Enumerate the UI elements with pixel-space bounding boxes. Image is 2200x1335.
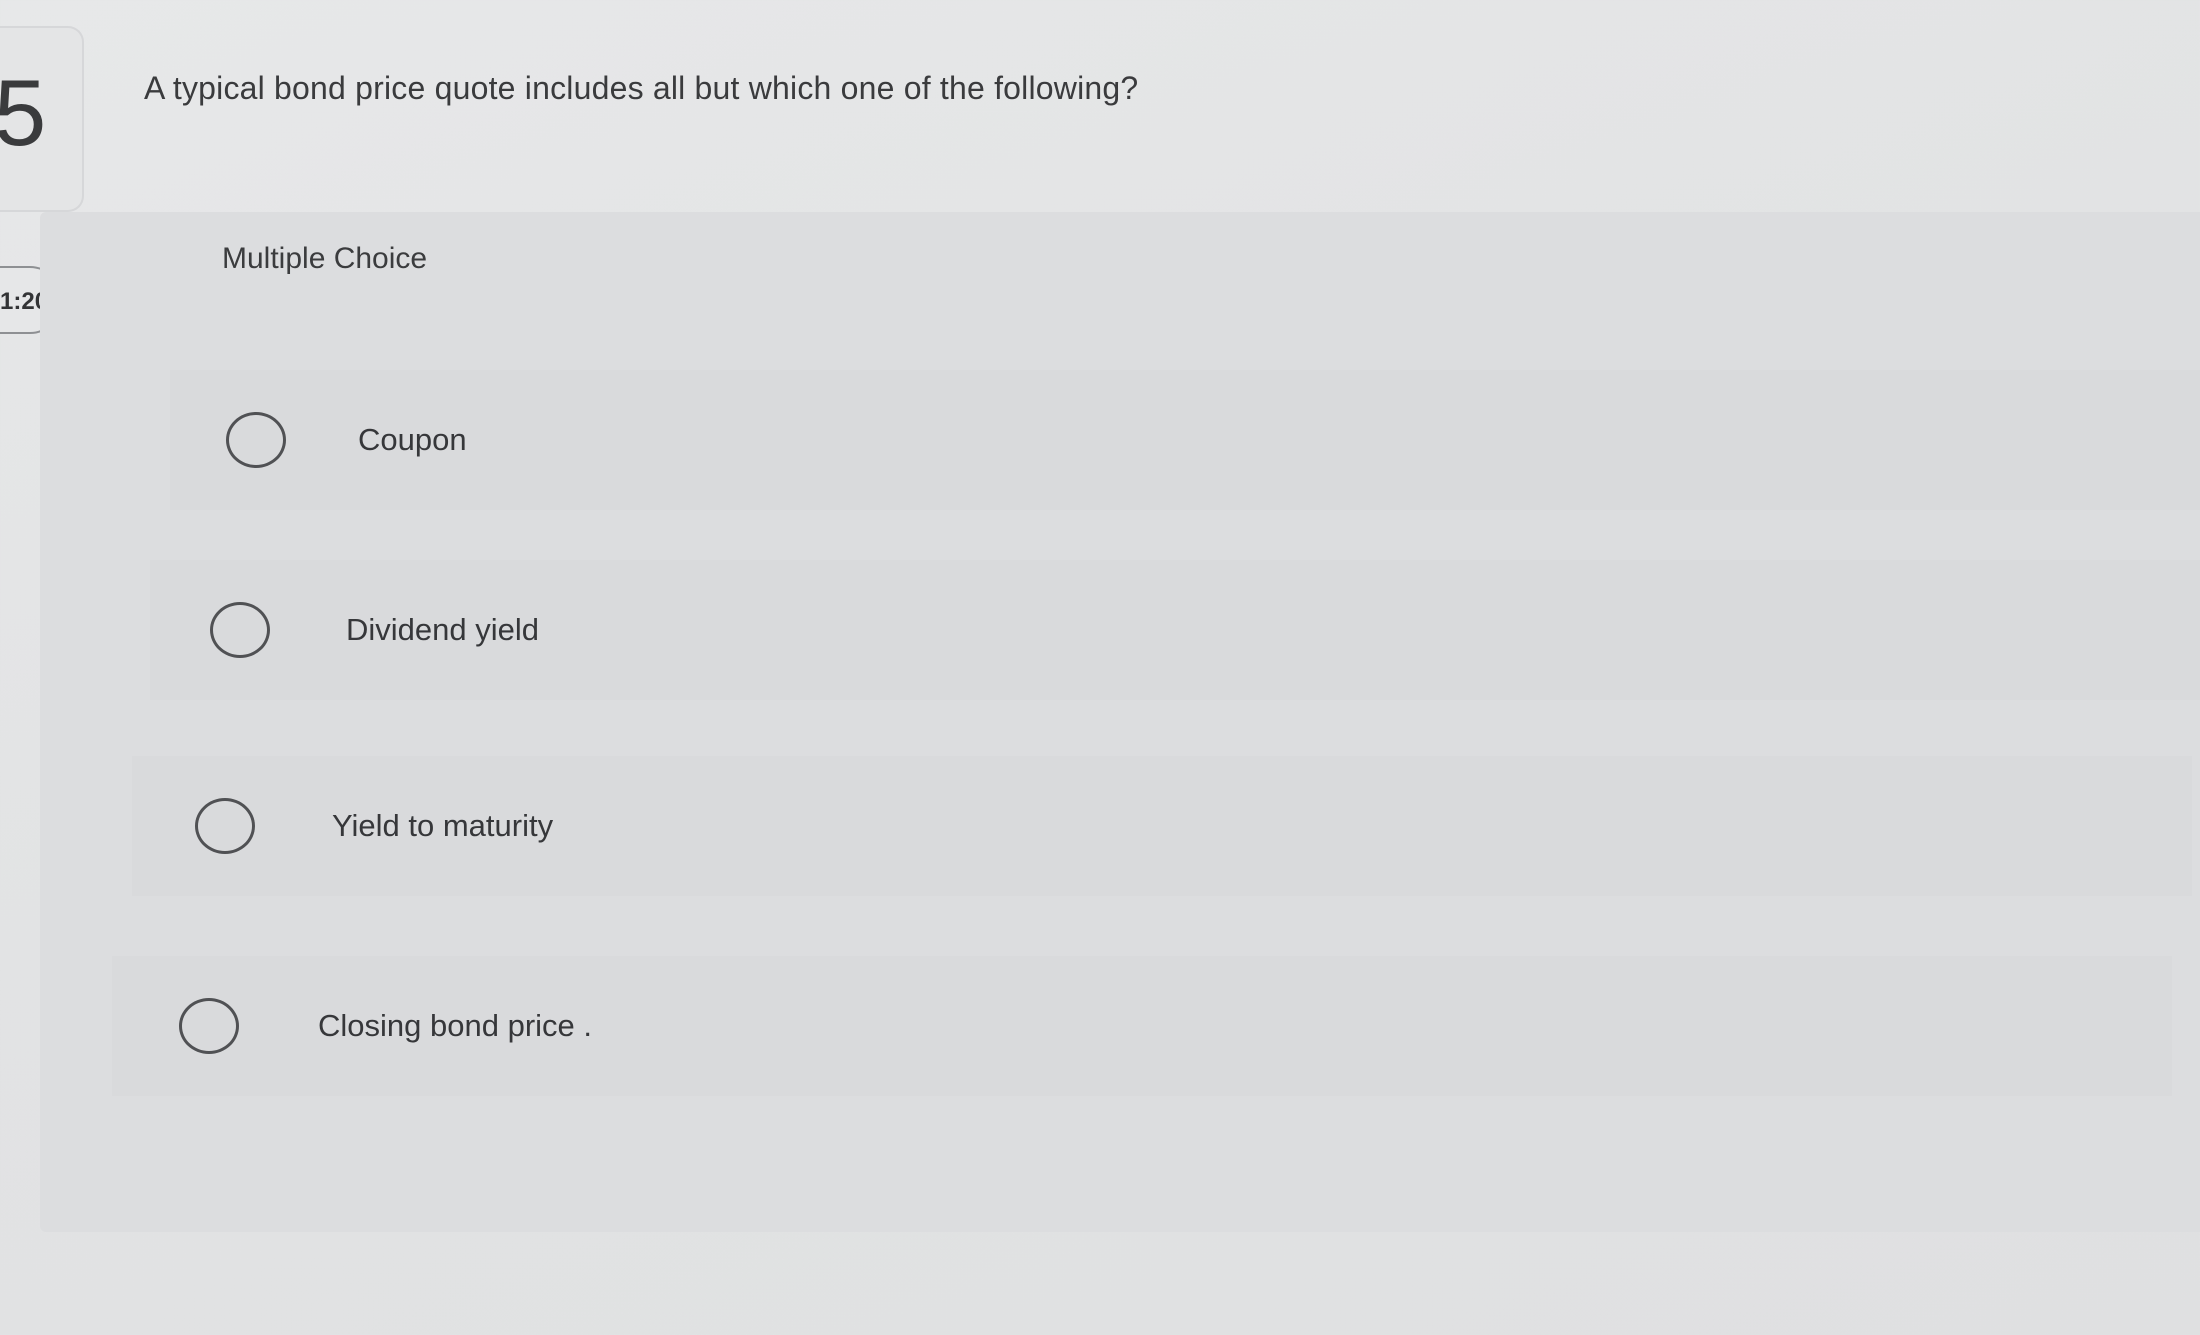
choice-label: Coupon bbox=[358, 422, 467, 457]
choice-label: Yield to maturity bbox=[332, 808, 554, 843]
radio-button[interactable] bbox=[179, 998, 239, 1054]
question-type-label: Multiple Choice bbox=[222, 242, 428, 275]
question-number: 5 bbox=[0, 60, 47, 165]
radio-button[interactable] bbox=[195, 798, 255, 854]
choice-option-yield-to-maturity[interactable]: Yield to maturity bbox=[132, 756, 2192, 896]
choice-label: Dividend yield bbox=[346, 612, 539, 647]
choice-option-closing-bond-price[interactable]: Closing bond price . bbox=[112, 956, 2172, 1096]
choice-option-dividend-yield[interactable]: Dividend yield bbox=[150, 560, 2200, 700]
choice-label: Closing bond price . bbox=[318, 1008, 592, 1043]
radio-button[interactable] bbox=[210, 602, 270, 658]
choice-option-coupon[interactable]: Coupon bbox=[170, 370, 2200, 510]
question-prompt: A typical bond price quote includes all … bbox=[144, 70, 1139, 106]
radio-button[interactable] bbox=[226, 412, 286, 468]
